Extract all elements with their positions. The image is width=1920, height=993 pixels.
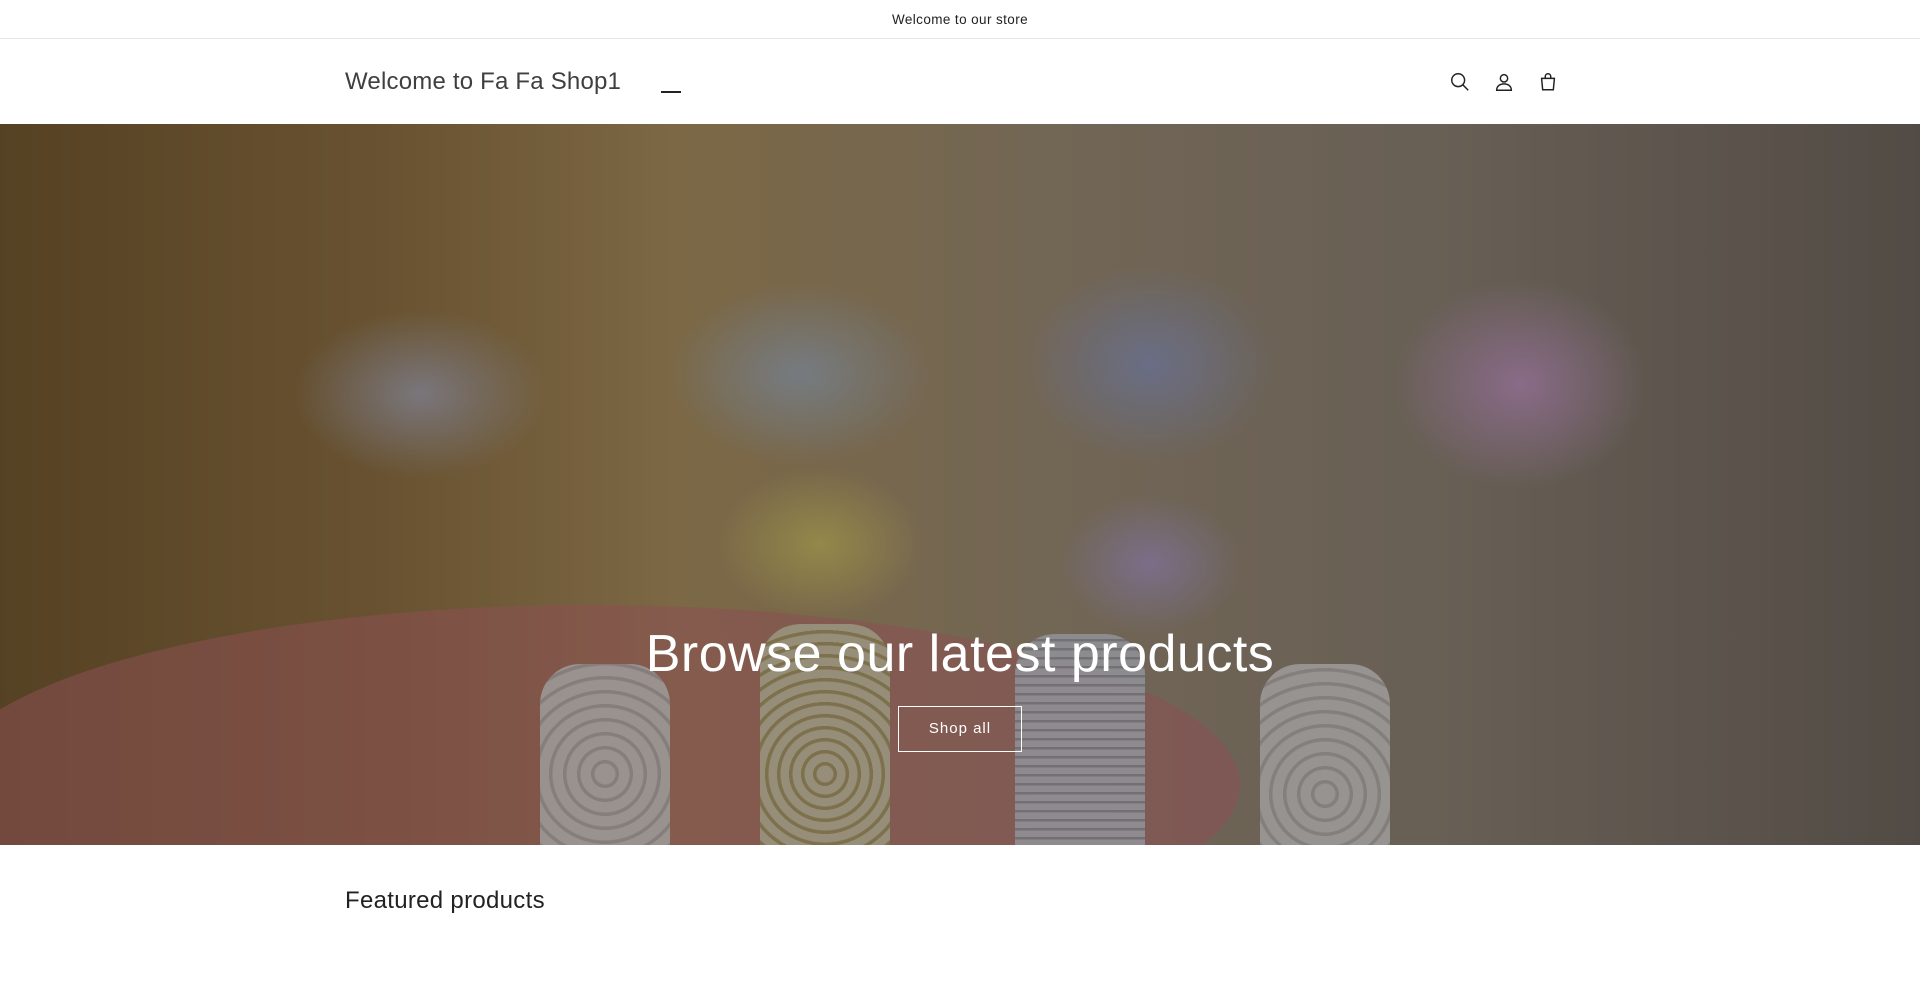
announcement-bar: Welcome to our store bbox=[0, 0, 1920, 39]
store-brand-link[interactable]: Welcome to Fa Fa Shop1 bbox=[345, 68, 621, 96]
site-header: Welcome to Fa Fa Shop1 bbox=[0, 39, 1920, 124]
shop-all-button[interactable]: Shop all bbox=[897, 706, 1023, 752]
account-icon[interactable] bbox=[1489, 67, 1519, 97]
hero-title: Browse our latest products bbox=[645, 625, 1275, 683]
announcement-text: Welcome to our store bbox=[891, 11, 1029, 27]
featured-products-section: Featured products bbox=[345, 845, 1575, 915]
featured-products-title: Featured products bbox=[345, 887, 545, 914]
menu-icon[interactable] bbox=[661, 71, 682, 93]
cart-icon[interactable] bbox=[1533, 67, 1563, 97]
hero-banner: Browse our latest products Shop all bbox=[0, 124, 1920, 845]
search-icon[interactable] bbox=[1445, 67, 1475, 97]
